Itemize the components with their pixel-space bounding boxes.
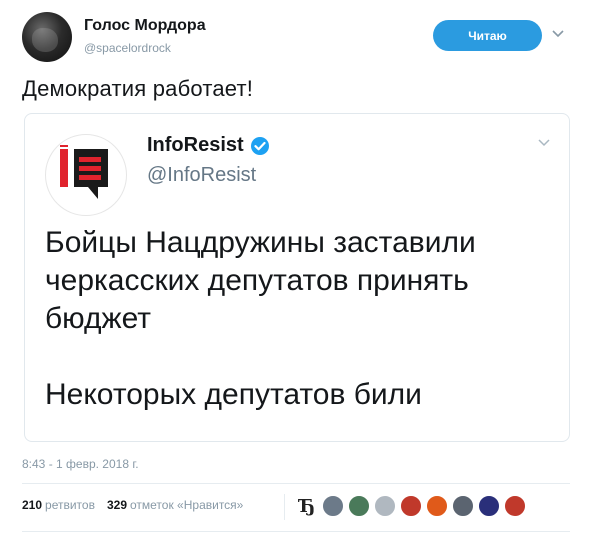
liker-avatar[interactable]: [322, 495, 344, 517]
tweet-stats: 210 ретвитов 329 отметок «Нравится»: [22, 498, 255, 512]
tweet-text: Демократия работает!: [22, 76, 254, 101]
quoted-tweet-card[interactable]: InfoResist @InfoResist Бойцы Нацдружины …: [24, 113, 570, 442]
retweet-label: ретвитов: [45, 498, 95, 512]
liker-avatar[interactable]: [426, 495, 448, 517]
retweet-stat[interactable]: 210 ретвитов: [22, 498, 95, 512]
liker-avatar[interactable]: [452, 495, 474, 517]
chevron-down-icon[interactable]: [536, 134, 552, 150]
like-count: 329: [106, 498, 127, 512]
retweet-count: 210: [22, 498, 43, 512]
chevron-down-icon[interactable]: [551, 26, 565, 40]
quoted-text-line: черкасских депутатов принять: [45, 264, 469, 297]
author-name[interactable]: Голос Мордора: [84, 17, 206, 35]
liker-avatar[interactable]: [348, 495, 370, 517]
liker-avatar[interactable]: [478, 495, 500, 517]
quoted-author-avatar[interactable]: [45, 134, 127, 216]
liker-avatar[interactable]: [400, 495, 422, 517]
divider: [22, 531, 570, 532]
liker-avatars: Ђ: [296, 495, 526, 517]
quoted-tweet-text: Бойцы Нацдружины заставили черкасских де…: [45, 224, 555, 414]
quoted-text-line: Некоторых депутатов били: [45, 378, 422, 411]
liker-avatar[interactable]: Ђ: [296, 495, 318, 517]
author-avatar[interactable]: [22, 12, 72, 62]
inforesist-logo-icon: [60, 145, 108, 199]
quoted-author-name[interactable]: InfoResist: [147, 134, 270, 157]
quoted-text-line: Бойцы Нацдружины заставили: [45, 226, 476, 259]
liker-avatar[interactable]: [504, 495, 526, 517]
author-handle[interactable]: @spacelordrock: [84, 41, 171, 55]
tweet-timestamp[interactable]: 8:43 - 1 февр. 2018 г.: [22, 457, 139, 471]
follow-button[interactable]: Читаю: [433, 20, 542, 51]
divider: [22, 483, 570, 484]
quoted-author-handle[interactable]: @InfoResist: [147, 164, 256, 187]
liker-avatar[interactable]: [374, 495, 396, 517]
quoted-text-line: бюджет: [45, 302, 152, 335]
verified-badge-icon: [250, 136, 269, 155]
quoted-author-name-text: InfoResist: [147, 134, 244, 156]
stats-separator: [284, 494, 285, 520]
like-label: отметок «Нравится»: [130, 498, 244, 512]
like-stat[interactable]: 329 отметок «Нравится»: [107, 498, 243, 512]
